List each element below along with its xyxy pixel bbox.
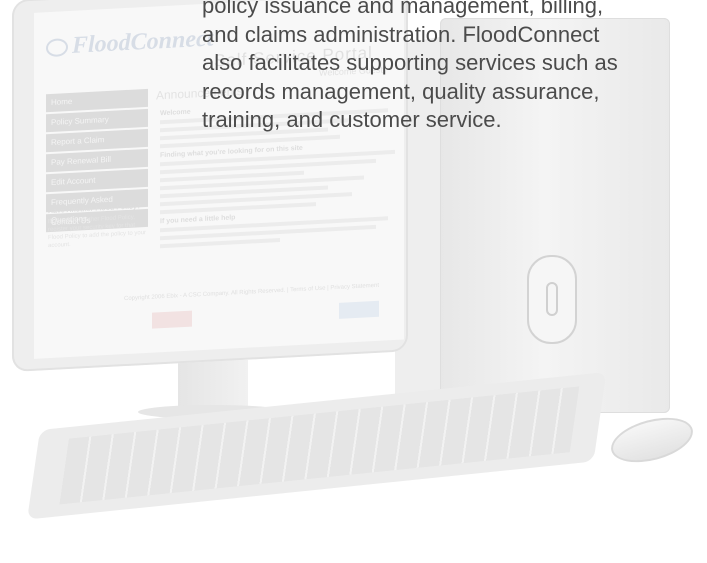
description-line: also facilitates supporting services suc…	[202, 50, 618, 76]
description-line: policy issuance and management, billing,	[202, 0, 604, 18]
browser-badge	[339, 300, 379, 319]
description-line: training, and customer service.	[202, 107, 502, 133]
side-text: If you have another Flood Policy, regist…	[48, 214, 147, 250]
description-line: records management, quality assurance,	[202, 78, 600, 104]
floodconnect-logo: FloodConnect	[46, 25, 213, 61]
computer-illustration: FloodConnect Self Service Portal Welcome…	[0, 0, 707, 563]
mouse	[606, 409, 698, 471]
description-text: policy issuance and management, billing,…	[202, 0, 702, 135]
keyboard	[27, 371, 607, 520]
keyboard-keys	[59, 386, 580, 505]
acrobat-badge	[152, 310, 192, 329]
logo-swirl-icon	[46, 38, 68, 58]
tower-button	[546, 282, 558, 316]
screen-footer: Copyright 2006 Ebix - A CSC Company. All…	[124, 282, 379, 303]
description-line: and claims administration. FloodConnect	[202, 21, 600, 47]
